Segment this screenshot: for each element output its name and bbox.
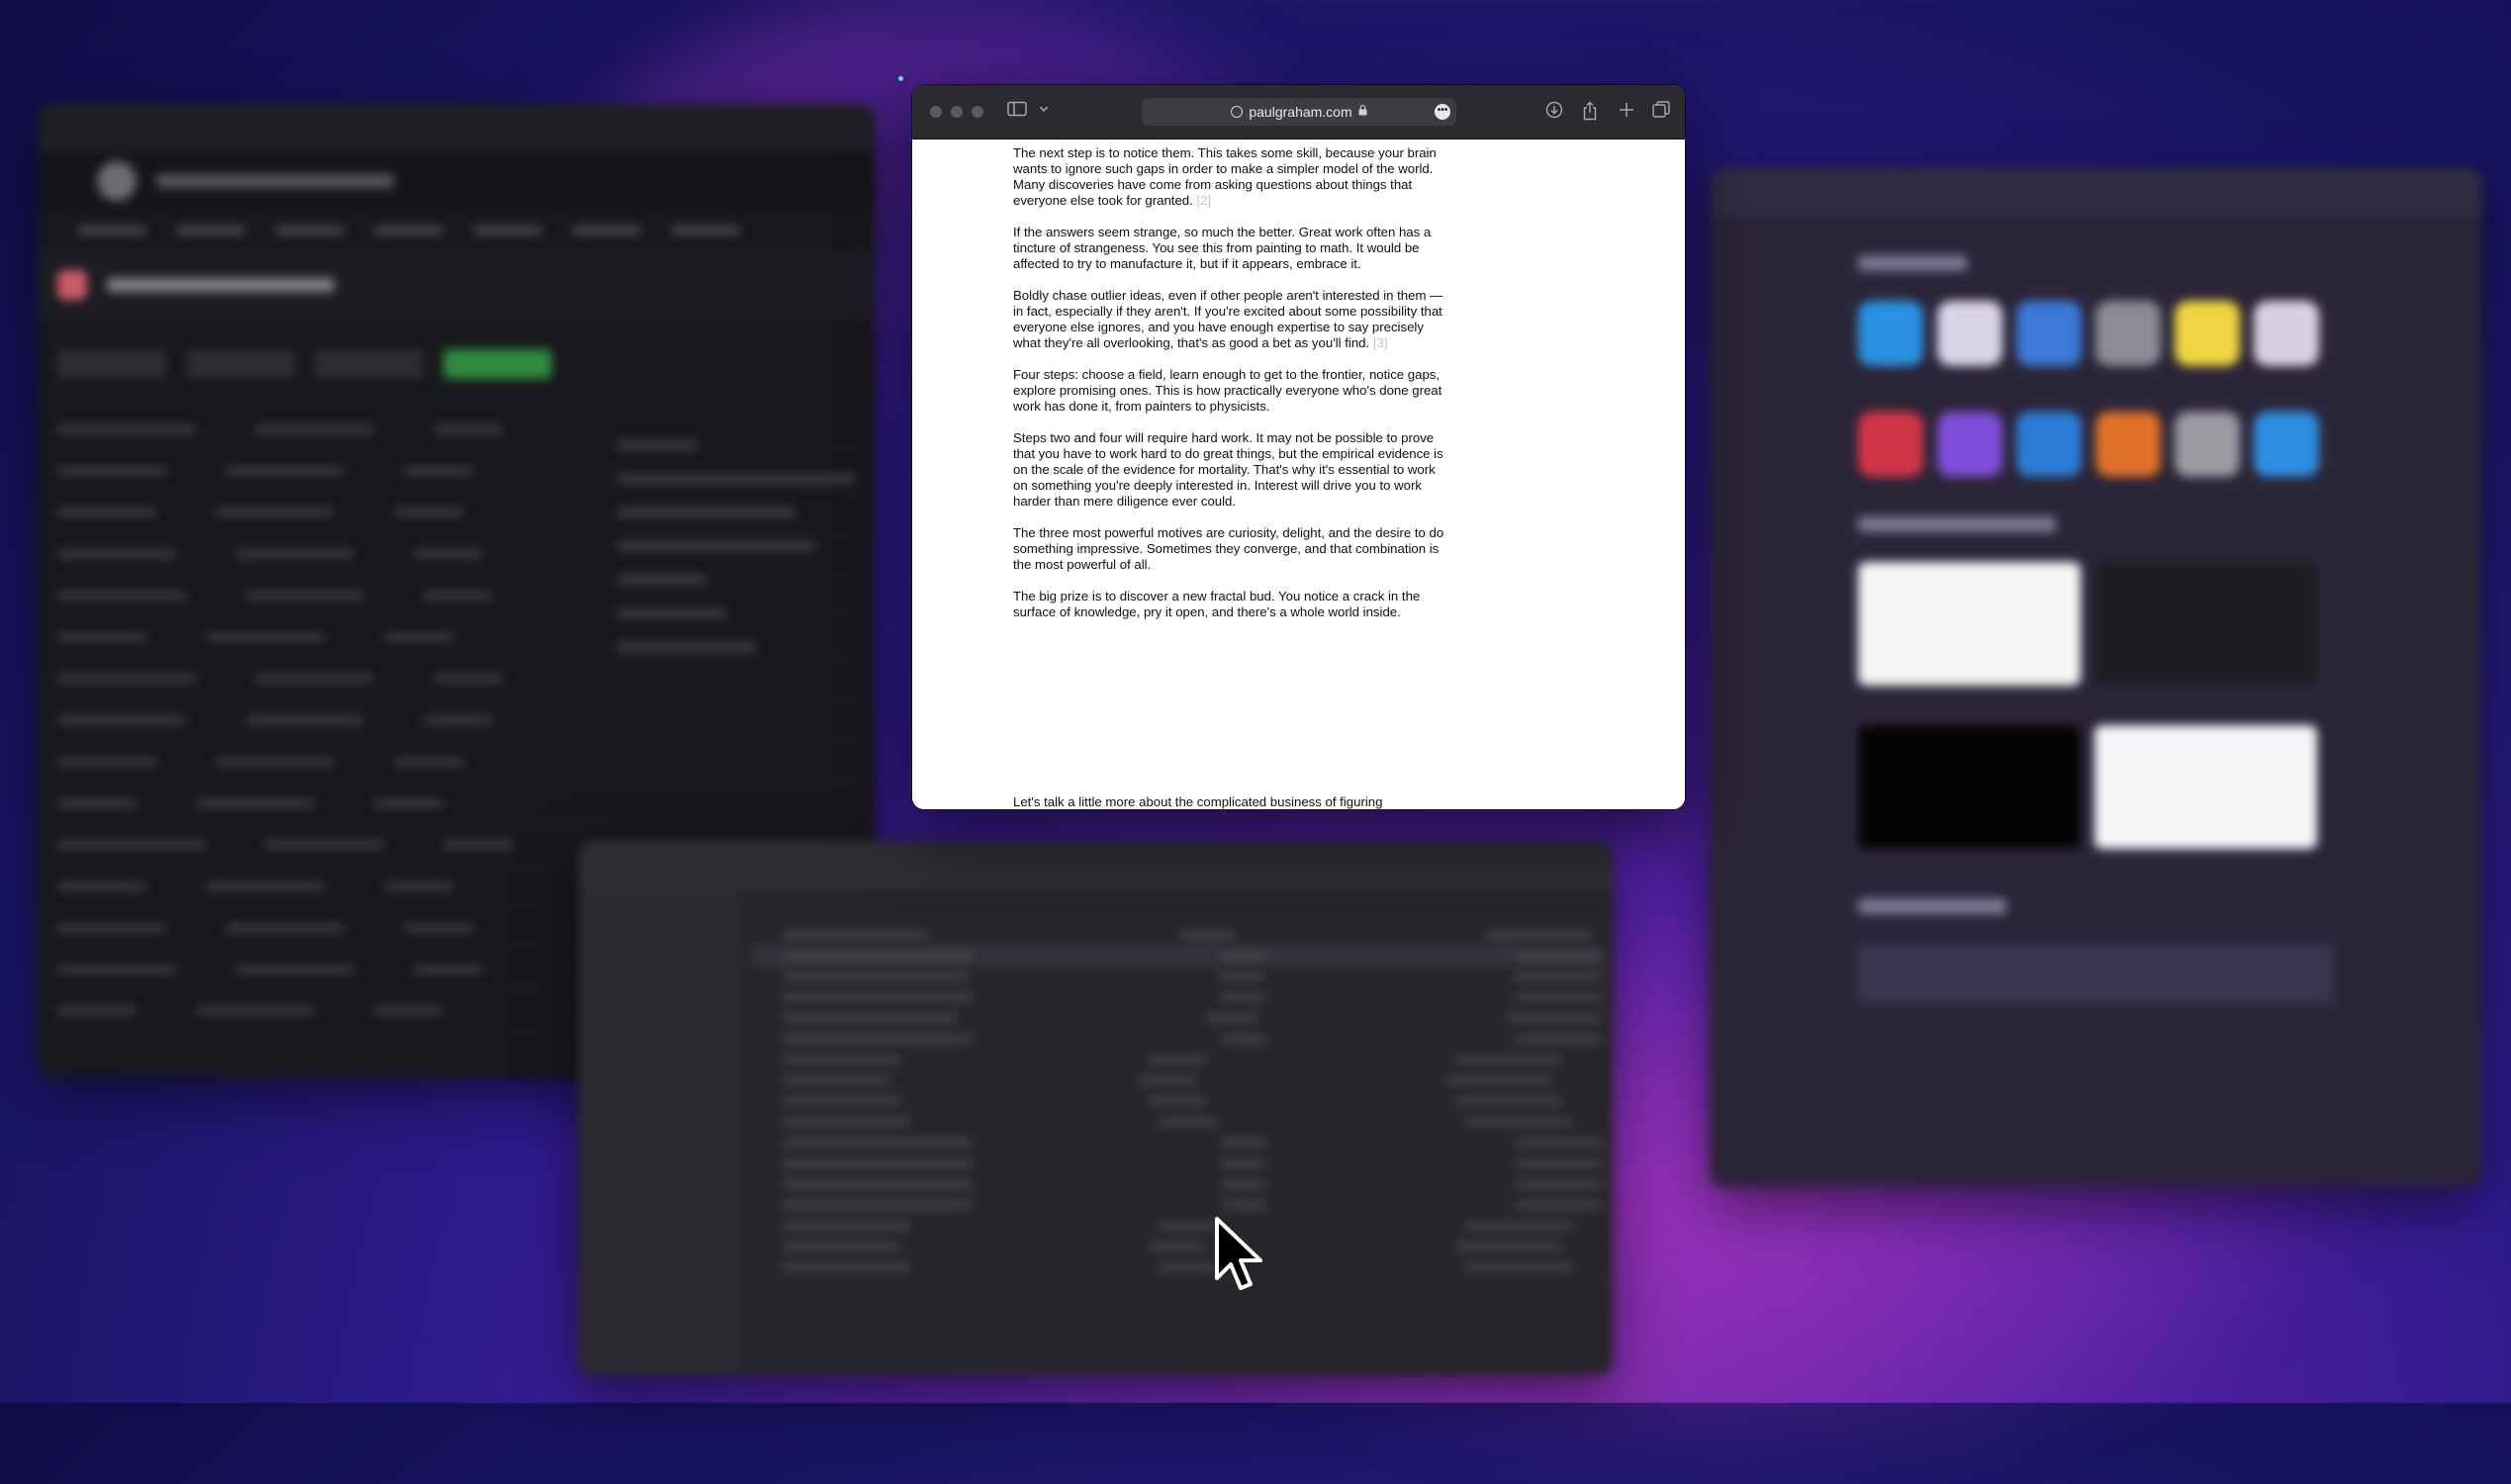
- repo-header: [38, 250, 875, 320]
- paragraph-text: The next step is to notice them. This ta…: [1013, 145, 1437, 208]
- window-toolbar: [38, 104, 875, 151]
- frequently-visited-heading: [1858, 516, 2056, 532]
- download-icon[interactable]: [1545, 101, 1563, 125]
- tab-overview-icon[interactable]: [1652, 101, 1670, 125]
- next-section-text: Let's talk a little more about the compl…: [1013, 794, 1383, 809]
- repo-buttons: [38, 320, 875, 409]
- paragraph-text: Steps two and four will require hard wor…: [1013, 430, 1443, 509]
- essay-paragraph: If the answers seem strange, so much the…: [1013, 225, 1450, 272]
- window-toolbar: [579, 841, 1613, 890]
- background-window-start-page[interactable]: [1710, 168, 2481, 1187]
- minimize-window-button[interactable]: [951, 106, 963, 118]
- window-toolbar: [1710, 168, 2481, 216]
- web-page-content[interactable]: The next step is to notice them. This ta…: [912, 139, 1685, 809]
- paragraph-text: The three most powerful motives are curi…: [1013, 525, 1444, 572]
- paragraph-text: The big prize is to discover a new fract…: [1013, 589, 1421, 619]
- frequently-visited-grid: [1858, 562, 2333, 849]
- footnote-link[interactable]: [3]: [1373, 335, 1388, 350]
- paragraph-text: Four steps: choose a field, learn enough…: [1013, 367, 1442, 414]
- status-dot: [898, 76, 903, 81]
- chevron-down-icon[interactable]: [1039, 99, 1049, 125]
- essay-paragraph: The three most powerful motives are curi…: [1013, 525, 1450, 573]
- sidebar-icon[interactable]: [1007, 101, 1027, 123]
- favorites-grid: [1858, 301, 2333, 477]
- plus-icon[interactable]: [1619, 101, 1634, 125]
- window-sidebar: [579, 890, 737, 1375]
- share-icon[interactable]: [1582, 101, 1598, 127]
- background-window-files[interactable]: [579, 841, 1613, 1375]
- essay-paragraph: Steps two and four will require hard wor…: [1013, 430, 1450, 510]
- essay-paragraph: Boldly chase outlier ideas, even if othe…: [1013, 288, 1450, 351]
- window-controls[interactable]: [930, 106, 983, 118]
- safari-window[interactable]: paulgraham.com ••• The next step is to n…: [912, 85, 1685, 809]
- essay-paragraph: The next step is to notice them. This ta…: [1013, 145, 1450, 209]
- file-table: [752, 925, 1603, 1278]
- ellipsis-icon[interactable]: •••: [1435, 104, 1450, 120]
- clipped-line: [1013, 139, 1450, 143]
- pointer-cursor-icon: [1215, 1217, 1262, 1290]
- repo-sidebar: [617, 440, 855, 676]
- paragraph-text: If the answers seem strange, so much the…: [1013, 225, 1432, 271]
- lock-icon: [1358, 105, 1367, 119]
- safari-toolbar: paulgraham.com •••: [912, 85, 1685, 139]
- favorites-heading: [1858, 255, 1967, 271]
- address-bar[interactable]: paulgraham.com •••: [1142, 98, 1456, 126]
- footnote-link[interactable]: [2]: [1196, 193, 1211, 208]
- essay-text: The next step is to notice them. This ta…: [1013, 139, 1450, 636]
- address-bar-url[interactable]: paulgraham.com: [1249, 104, 1351, 120]
- zoom-window-button[interactable]: [972, 106, 983, 118]
- privacy-report-heading: [1858, 898, 2006, 914]
- essay-paragraph: Four steps: choose a field, learn enough…: [1013, 367, 1450, 415]
- globe-icon: [1231, 106, 1244, 118]
- essay-paragraph: The big prize is to discover a new fract…: [1013, 589, 1450, 620]
- window-tabs: [38, 211, 875, 250]
- window-header: [38, 151, 875, 211]
- privacy-report-panel: [1858, 944, 2333, 1003]
- close-window-button[interactable]: [930, 106, 942, 118]
